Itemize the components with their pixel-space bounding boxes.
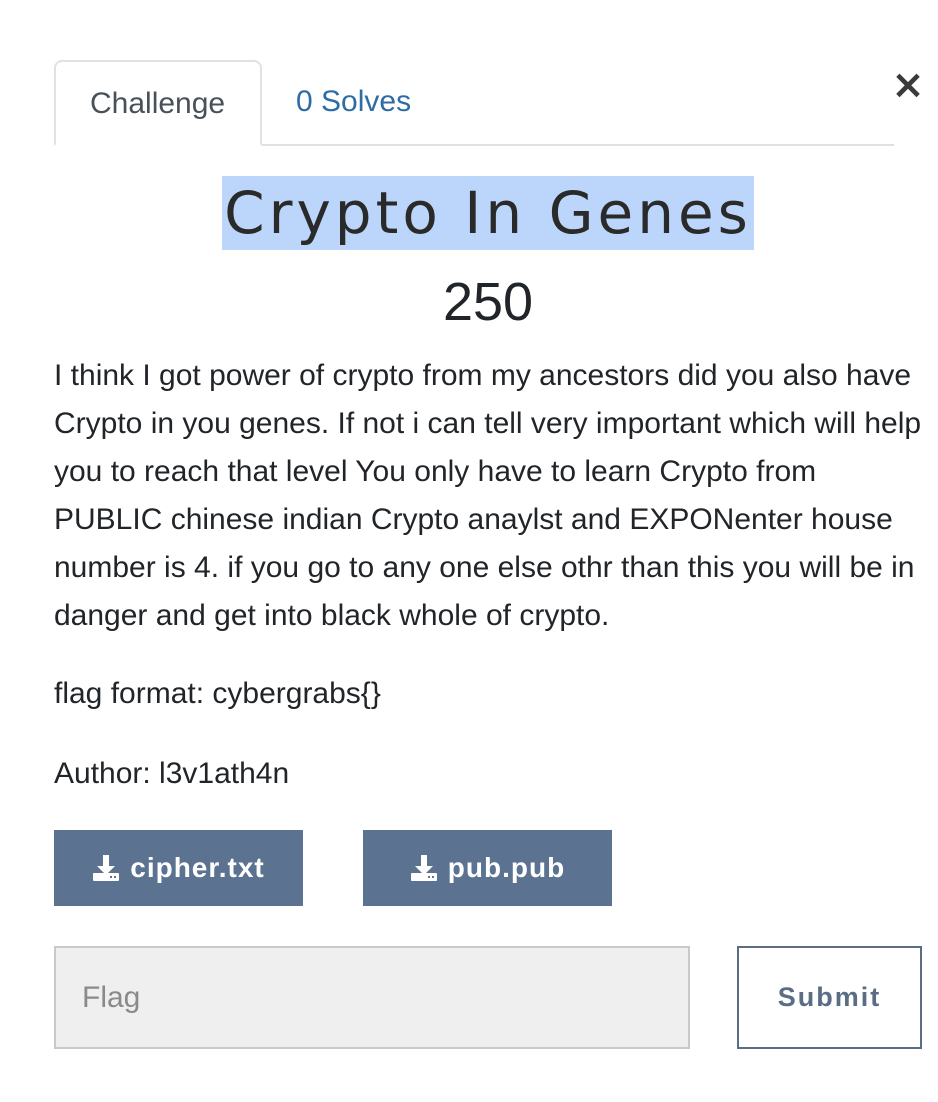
challenge-title: Crypto In Genes [222,176,754,250]
download-cipher-label: cipher.txt [130,852,265,883]
submit-button[interactable]: Submit [737,946,922,1049]
tab-solves[interactable]: 0 Solves [262,60,445,144]
download-icon [93,855,120,881]
download-pub-label: pub.pub [447,852,566,883]
author-text: Author: l3v1ath4n [54,757,290,790]
challenge-tabs: Challenge 0 Solves [54,60,894,146]
challenge-description: I think I got power of crypto from my an… [54,359,922,632]
close-icon[interactable]: × [890,62,926,108]
download-icon [410,855,437,881]
tab-challenge[interactable]: Challenge [54,60,262,146]
flag-format-text: flag format: cybergrabs{} [54,677,381,710]
download-cipher-button[interactable]: cipher.txt [54,830,303,906]
challenge-title-wrapper: Crypto In Genes [0,176,938,250]
flag-input[interactable] [54,946,690,1049]
challenge-value: 250 [442,272,534,332]
download-pub-button[interactable]: pub.pub [363,830,612,906]
